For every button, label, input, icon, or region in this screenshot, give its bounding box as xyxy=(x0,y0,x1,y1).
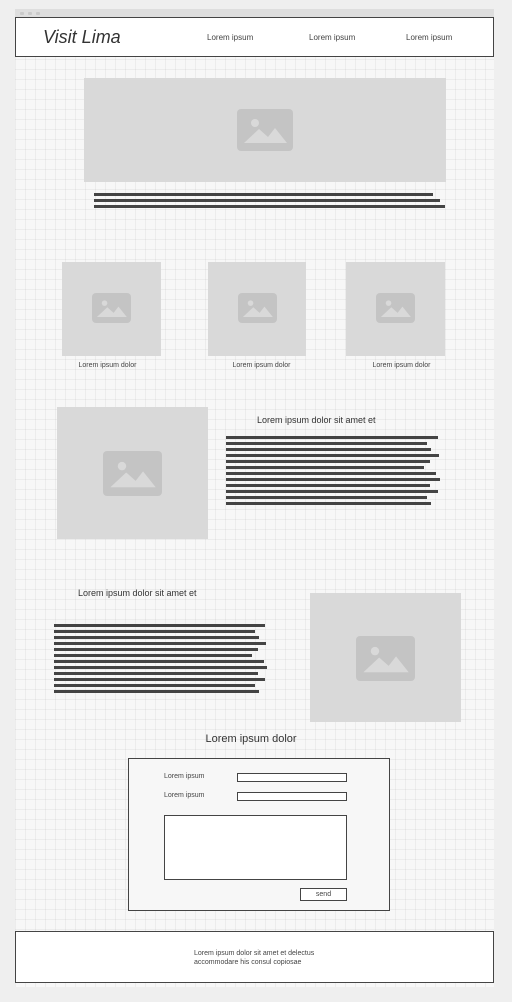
image-placeholder-icon xyxy=(103,451,162,496)
image-placeholder-icon xyxy=(237,109,293,151)
send-button[interactable]: send xyxy=(300,888,347,901)
section-two-image xyxy=(310,593,461,722)
footer-text: Lorem ipsum dolor sit amet et delectus a… xyxy=(194,949,314,967)
section-two-text-lines xyxy=(54,624,270,696)
contact-title: Lorem ipsum dolor xyxy=(205,733,297,745)
gallery-image-1 xyxy=(62,262,161,356)
image-placeholder-icon xyxy=(376,293,415,323)
gallery-caption-1: Lorem ipsum dolor xyxy=(78,362,137,369)
footer-line-1: Lorem ipsum dolor sit amet et delectus xyxy=(194,950,315,957)
image-placeholder-icon xyxy=(92,293,131,323)
footer-line-2: accommodare his consul copiosae xyxy=(194,959,302,966)
contact-form: Lorem ipsum Lorem ipsum send xyxy=(128,758,390,911)
section-one-image xyxy=(57,407,208,539)
field1-label: Lorem ipsum xyxy=(164,773,205,780)
message-textarea[interactable] xyxy=(164,815,347,880)
field2-label: Lorem ipsum xyxy=(164,792,205,799)
window-dot xyxy=(20,12,24,15)
gallery-image-2 xyxy=(208,262,306,356)
section-one-text-lines xyxy=(226,436,442,508)
nav-link-2[interactable]: Lorem ipsum xyxy=(309,33,355,42)
site-footer: Lorem ipsum dolor sit amet et delectus a… xyxy=(15,931,494,983)
image-placeholder-icon xyxy=(356,636,415,681)
section-two-heading: Lorem ipsum dolor sit amet et xyxy=(78,588,197,598)
section-one-heading: Lorem ipsum dolor sit amet et xyxy=(257,415,376,425)
gallery-caption-2: Lorem ipsum dolor xyxy=(232,362,291,369)
nav-link-1[interactable]: Lorem ipsum xyxy=(207,33,253,42)
window-chrome xyxy=(15,9,494,17)
hero-text-lines xyxy=(94,193,446,211)
field1-input[interactable] xyxy=(237,773,347,782)
gallery-caption-3: Lorem ipsum dolor xyxy=(372,362,431,369)
image-placeholder-icon xyxy=(238,293,277,323)
hero-image xyxy=(84,78,446,182)
field2-input[interactable] xyxy=(237,792,347,801)
nav-link-3[interactable]: Lorem ipsum xyxy=(406,33,452,42)
window-dot xyxy=(36,12,40,15)
site-header: Visit Lima Lorem ipsum Lorem ipsum Lorem… xyxy=(15,17,494,57)
window-dot xyxy=(28,12,32,15)
site-logo[interactable]: Visit Lima xyxy=(43,27,121,48)
gallery-image-3 xyxy=(346,262,445,356)
